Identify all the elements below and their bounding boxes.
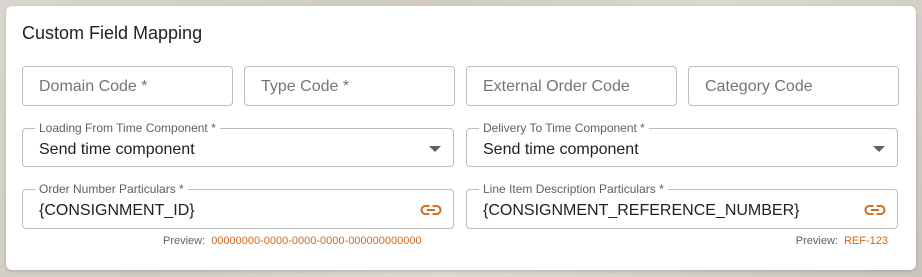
category-code-placeholder: Category Code [705,78,813,95]
link-icon[interactable] [863,201,887,219]
order-number-preview-value: 00000000-0000-0000-0000-000000000000 [211,235,422,247]
delivery-to-time-label: Delivery To Time Component * [479,121,649,135]
loading-from-time-label: Loading From Time Component * [35,121,220,135]
loading-from-time-value: Send time component [39,141,195,158]
chevron-down-icon[interactable] [429,146,441,152]
loading-from-time-select[interactable]: Loading From Time Component * Send time … [22,121,454,167]
domain-code-placeholder: Domain Code * [39,78,148,95]
card-title: Custom Field Mapping [22,23,203,43]
line-item-description-particulars-value: {CONSIGNMENT_REFERENCE_NUMBER} [483,202,800,219]
custom-field-mapping-card: Custom Field Mapping Domain Code * Type … [6,6,916,270]
category-code-field[interactable]: Category Code [688,66,899,106]
external-order-code-placeholder: External Order Code [483,78,630,95]
line-item-preview-value: REF-123 [843,235,888,247]
type-code-placeholder: Type Code * [261,78,350,95]
line-item-description-particulars-input[interactable]: Line Item Description Particulars * {CON… [466,182,898,229]
external-order-code-field[interactable]: External Order Code [466,66,677,106]
delivery-to-time-select[interactable]: Delivery To Time Component * Send time c… [466,121,898,167]
chevron-down-icon[interactable] [873,146,885,152]
link-icon[interactable] [419,201,443,219]
line-item-preview: Preview: REF-123 [796,234,888,248]
line-item-preview-label: Preview: [795,235,838,247]
order-number-particulars-value: {CONSIGNMENT_ID} [39,202,195,219]
line-item-description-particulars-label: Line Item Description Particulars * [479,182,668,196]
order-number-preview: Preview: 00000000-0000-0000-0000-00000000… [163,234,422,248]
domain-code-field[interactable]: Domain Code * [22,66,233,106]
order-number-preview-label: Preview: [163,235,206,247]
type-code-field[interactable]: Type Code * [244,66,455,106]
order-number-particulars-input[interactable]: Order Number Particulars * {CONSIGNMENT_… [22,182,454,229]
order-number-particulars-label: Order Number Particulars * [35,182,188,196]
delivery-to-time-value: Send time component [483,141,639,158]
